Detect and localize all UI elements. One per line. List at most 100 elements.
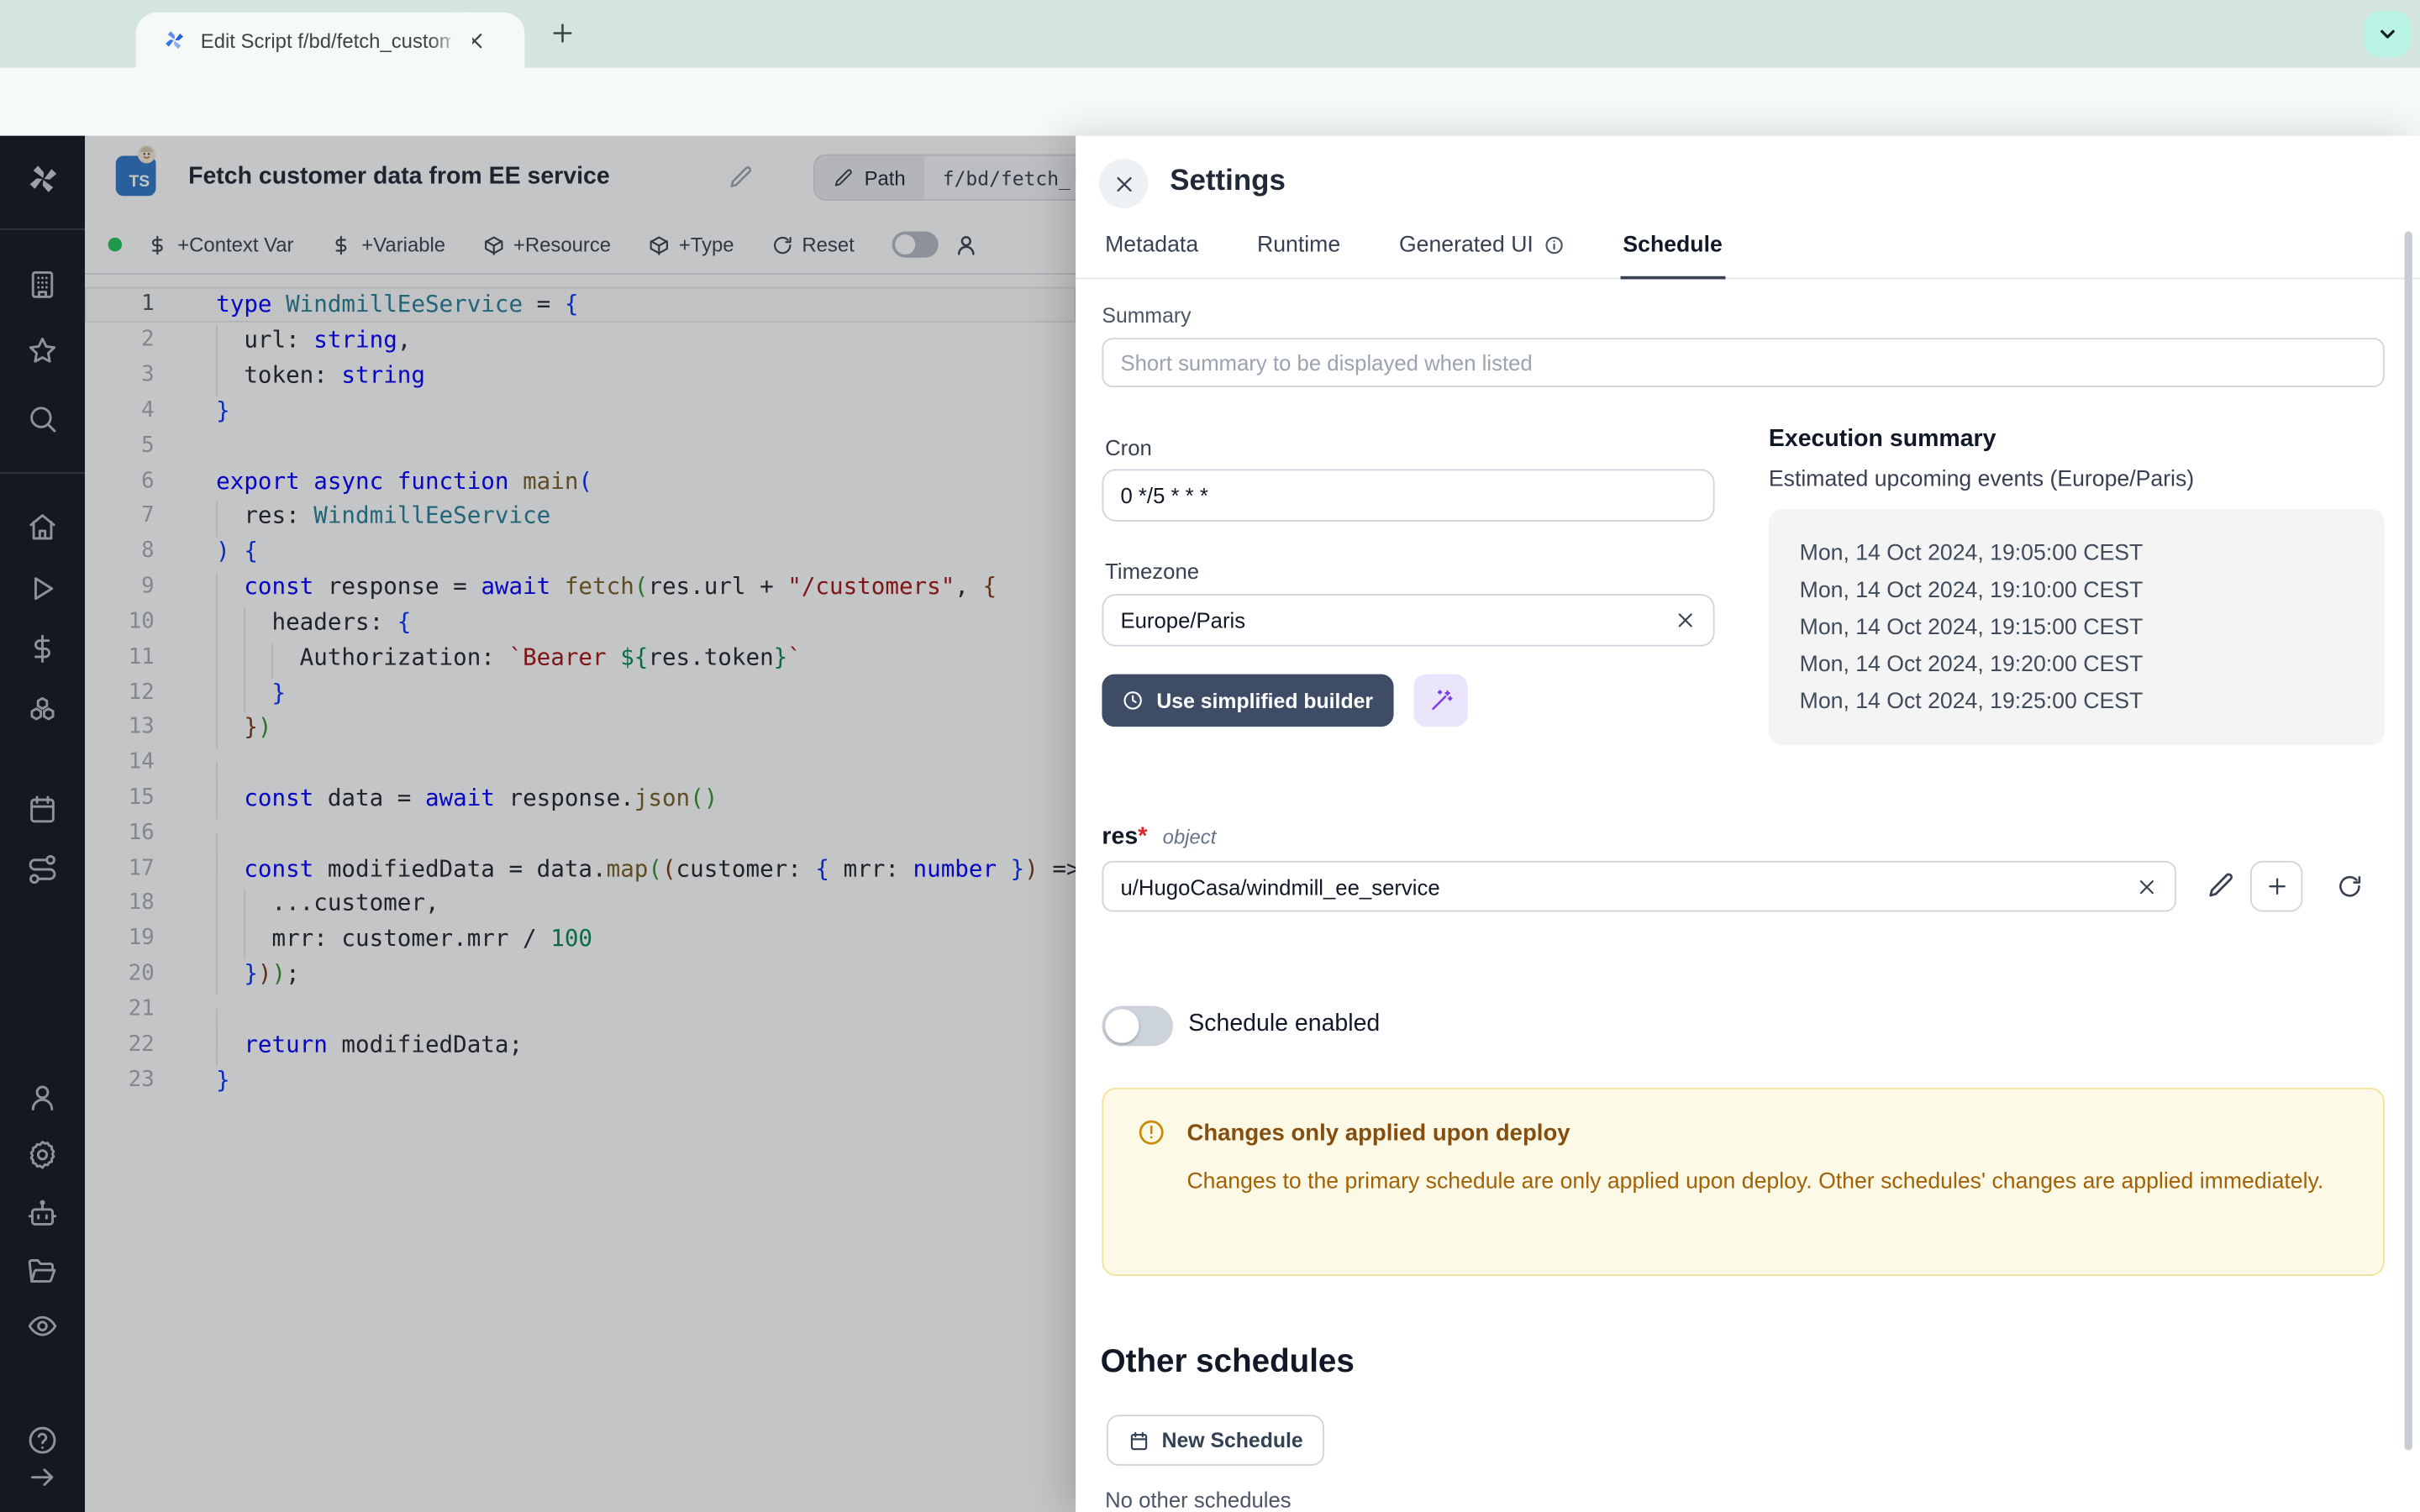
timezone-input[interactable]: Europe/Paris: [1102, 594, 1714, 646]
sidebar-dollar-icon[interactable]: [26, 633, 59, 665]
edit-title-icon[interactable]: [729, 165, 753, 190]
sidebar-home-icon[interactable]: [26, 511, 59, 543]
code-editor[interactable]: 1type WindmillEeService = {2 url: string…: [85, 287, 1076, 1097]
line-number: 3: [85, 363, 155, 387]
person-icon[interactable]: [953, 232, 977, 256]
code-line[interactable]: 12 }: [85, 675, 1076, 710]
sidebar-gear-icon[interactable]: [26, 1139, 59, 1172]
sidebar-bot-icon[interactable]: [26, 1197, 59, 1230]
code-line[interactable]: 4}: [85, 392, 1076, 428]
code-line[interactable]: 6export async function main(: [85, 463, 1076, 498]
code-line[interactable]: 2 url: string,: [85, 323, 1076, 358]
upcoming-events-box: Mon, 14 Oct 2024, 19:05:00 CESTMon, 14 O…: [1769, 509, 2385, 745]
code-line[interactable]: 7 res: WindmillEeService: [85, 498, 1076, 533]
warning-title: Changes only applied upon deploy: [1186, 1120, 1570, 1146]
cron-input[interactable]: 0 */5 * * *: [1102, 469, 1714, 521]
browser-tab[interactable]: Edit Script f/bd/fetch_custom: [136, 13, 525, 68]
sidebar-calendar-icon[interactable]: [26, 793, 59, 826]
simplified-builder-button[interactable]: Use simplified builder: [1102, 675, 1393, 727]
tab-schedule[interactable]: Schedule: [1620, 228, 1726, 280]
code-line[interactable]: 1type WindmillEeService = {: [85, 287, 1076, 323]
sidebar-play-icon[interactable]: [26, 572, 59, 605]
tab-metadata[interactable]: Metadata: [1102, 228, 1201, 278]
res-name: res: [1102, 824, 1138, 850]
line-number: 7: [85, 503, 155, 528]
dollar-icon: [331, 234, 353, 255]
ai-cron-button[interactable]: [1413, 675, 1467, 727]
line-number: 15: [85, 785, 155, 810]
edit-resource-button[interactable]: [2207, 872, 2235, 900]
schedule-event: Mon, 14 Oct 2024, 19:15:00 CEST: [1800, 610, 2385, 647]
schedule-event: Mon, 14 Oct 2024, 19:10:00 CEST: [1800, 572, 2385, 609]
tab-search-button[interactable]: [2365, 11, 2411, 57]
sidebar-search-icon[interactable]: [26, 402, 59, 435]
script-title: Fetch customer data from EE service: [188, 164, 610, 192]
code-line[interactable]: 8) {: [85, 533, 1076, 569]
code-line[interactable]: 9 const response = await fetch(res.url +…: [85, 569, 1076, 604]
new-tab-button[interactable]: [550, 20, 576, 46]
res-type: object: [1163, 826, 1217, 849]
close-drawer-button[interactable]: [1099, 159, 1149, 208]
code-line[interactable]: 16: [85, 816, 1076, 851]
code-line[interactable]: 22 return modifiedData;: [85, 1026, 1076, 1062]
code-line[interactable]: 10 headers: {: [85, 604, 1076, 639]
calendar-icon: [1128, 1430, 1150, 1452]
path-label: Path: [865, 165, 906, 189]
code-line[interactable]: 3 token: string: [85, 357, 1076, 392]
clear-res-icon[interactable]: [2136, 875, 2158, 897]
path-field[interactable]: Path f/bd/fetch_: [813, 155, 1076, 201]
toolbar-contextvar-button[interactable]: +Context Var: [146, 233, 293, 256]
sidebar-boxes-icon[interactable]: [26, 695, 59, 727]
sidebar-folder-icon[interactable]: [26, 1254, 59, 1287]
sidebar-star-icon[interactable]: [26, 335, 59, 368]
sidebar-person-icon[interactable]: [26, 1082, 59, 1115]
code-line[interactable]: 14: [85, 745, 1076, 780]
sidebar-route-icon[interactable]: [26, 853, 59, 886]
drawer-scrollbar[interactable]: [2405, 232, 2412, 1451]
screen: Edit Script f/bd/fetch_custom app.windmi…: [0, 0, 2420, 1512]
sidebar-building-icon[interactable]: [26, 269, 59, 302]
toolbar-resource-button[interactable]: +Resource: [482, 233, 611, 256]
sidebar-help-icon[interactable]: [26, 1424, 59, 1457]
line-number: 4: [85, 398, 155, 423]
toolbar-type-button[interactable]: +Type: [648, 233, 734, 256]
drawer-title: Settings: [1170, 165, 1286, 199]
tab-generated-ui[interactable]: Generated UI: [1396, 228, 1567, 278]
code-line[interactable]: 18 ...customer,: [85, 885, 1076, 921]
new-schedule-button[interactable]: New Schedule: [1107, 1415, 1324, 1466]
sidebar-divider: [0, 472, 85, 474]
code-line[interactable]: 13 }): [85, 710, 1076, 745]
code-line[interactable]: 15 const data = await response.json(): [85, 780, 1076, 816]
browser-tab-strip: Edit Script f/bd/fetch_custom: [0, 0, 2420, 68]
code-line[interactable]: 20 }));: [85, 956, 1076, 991]
schedule-enabled-toggle[interactable]: [1102, 1006, 1172, 1047]
code-line[interactable]: 19 mrr: customer.mrr / 100: [85, 921, 1076, 956]
execution-summary-heading: Execution summary: [1769, 426, 1996, 454]
code-line[interactable]: 23}: [85, 1062, 1076, 1097]
refresh-resource-button[interactable]: [2337, 874, 2363, 900]
line-number: 19: [85, 927, 155, 951]
line-number: 12: [85, 680, 155, 704]
settings-drawer: Settings Metadata Runtime Generated UI Sche…: [1076, 136, 2420, 1512]
code-line[interactable]: 11 Authorization: `Bearer ${res.token}`: [85, 639, 1076, 675]
toolbar-variable-button[interactable]: +Variable: [331, 233, 446, 256]
sidebar-eye-icon[interactable]: [26, 1310, 59, 1342]
code-line[interactable]: 17 const modifiedData = data.map((custom…: [85, 850, 1076, 885]
package-icon: [482, 234, 504, 255]
add-resource-button[interactable]: [2250, 861, 2302, 912]
chevron-down-icon: [2375, 22, 2400, 46]
summary-input[interactable]: Short summary to be displayed when liste…: [1102, 338, 2384, 387]
sidebar-arrow-right-icon[interactable]: [26, 1461, 59, 1494]
code-line[interactable]: 21: [85, 991, 1076, 1026]
editor-toggle[interactable]: [892, 232, 938, 258]
res-input[interactable]: u/HugoCasa/windmill_ee_service: [1102, 861, 2175, 912]
code-line[interactable]: 5: [85, 428, 1076, 463]
toolbar-reset-button[interactable]: Reset: [771, 233, 855, 256]
clear-timezone-icon[interactable]: [1675, 610, 1697, 632]
path-edit-button[interactable]: Path: [815, 156, 924, 199]
line-number: 20: [85, 962, 155, 986]
tab-label: Runtime: [1257, 233, 1340, 257]
tab-runtime[interactable]: Runtime: [1254, 228, 1344, 278]
line-number: 9: [85, 574, 155, 598]
windmill-logo-icon[interactable]: [24, 160, 61, 197]
